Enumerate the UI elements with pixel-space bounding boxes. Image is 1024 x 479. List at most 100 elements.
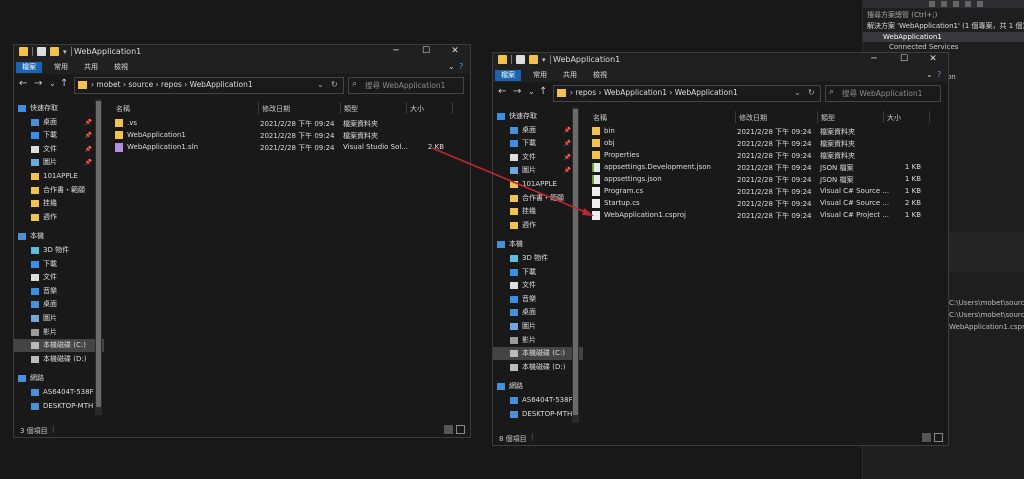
minimize-button[interactable]: ─ (859, 54, 889, 64)
sidebar-item[interactable]: 桌面 (493, 306, 583, 319)
search-input[interactable]: 搜尋 WebApplication1 (365, 80, 445, 91)
expand-ribbon-icon[interactable]: ⌄ (926, 70, 933, 79)
navigation-scrollbar[interactable] (95, 99, 102, 415)
vs-tool-icon[interactable] (953, 1, 959, 7)
tab-home[interactable]: 常用 (48, 62, 74, 73)
sidebar-item[interactable]: 音樂 (14, 285, 104, 298)
sidebar-item[interactable]: 桌面 (14, 298, 104, 311)
sidebar-item[interactable]: DESKTOP-MTH (493, 408, 583, 421)
refresh-icon[interactable]: ↻ (808, 88, 815, 97)
sidebar-item[interactable]: 挂幾 (14, 197, 104, 210)
column-date[interactable]: 修改日期 (262, 104, 290, 114)
sidebar-item[interactable]: 快速存取 (493, 110, 583, 123)
back-arrow-icon[interactable]: ← (498, 86, 506, 97)
column-name[interactable]: 名稱 (593, 113, 607, 123)
properties-icon[interactable] (37, 47, 46, 56)
file-row[interactable]: Properties 2021/2/28 下午 09:24 檔案資料夾 (588, 149, 933, 161)
file-row[interactable]: .vs 2021/2/28 下午 09:24 檔案資料夾 (111, 117, 456, 129)
refresh-icon[interactable]: ↻ (331, 80, 338, 89)
pin-icon[interactable]: 📌 (85, 116, 92, 129)
pin-icon[interactable]: 📌 (85, 143, 92, 156)
file-row[interactable]: Program.cs 2021/2/28 下午 09:24 Visual C# So… (588, 185, 933, 197)
sidebar-item[interactable]: 圖片 📌 (14, 156, 104, 169)
customize-toolbar-icon[interactable]: ▾ (542, 56, 546, 64)
sidebar-item[interactable]: 101APPLE (14, 170, 104, 183)
sidebar-item[interactable]: 文件 (493, 279, 583, 292)
column-type[interactable]: 類型 (344, 104, 358, 114)
file-row[interactable]: Startup.cs 2021/2/28 下午 09:24 Visual C# So… (588, 197, 933, 209)
breadcrumb[interactable]: › mobet › source › repos › WebApplicatio… (91, 80, 253, 89)
sidebar-item[interactable]: 下載 (493, 266, 583, 279)
up-arrow-icon[interactable]: ↑ (60, 78, 68, 89)
sidebar-item[interactable]: 圖片 (14, 312, 104, 325)
column-date[interactable]: 修改日期 (739, 113, 767, 123)
sidebar-item[interactable]: 本機磁碟 (D:) (493, 361, 583, 374)
vs-tool-icon[interactable] (941, 1, 947, 7)
vs-solution-node[interactable]: 解決方案 'WebApplication1' (1 個專案，共 1 個) (867, 21, 1024, 31)
file-row[interactable]: appsettings.Development.json 2021/2/28 下午… (588, 161, 933, 173)
sidebar-item[interactable]: 下載 📌 (493, 137, 583, 150)
large-icons-view-icon[interactable] (456, 425, 465, 434)
vs-connected-services[interactable]: Connected Services (889, 43, 958, 51)
sidebar-item[interactable]: 下載 📌 (14, 129, 104, 142)
sidebar-item[interactable]: 網路 (14, 372, 104, 385)
sidebar-item[interactable]: 3D 物件 (493, 252, 583, 265)
scrollbar-thumb[interactable] (96, 101, 101, 407)
sidebar-item[interactable]: 網路 (493, 380, 583, 393)
vs-tool-icon[interactable] (977, 1, 983, 7)
breadcrumb[interactable]: › repos › WebApplication1 › WebApplicati… (570, 88, 738, 97)
search-box[interactable]: ⌕ 搜尋 WebApplication1 (825, 85, 941, 102)
forward-arrow-icon[interactable]: → (513, 86, 521, 97)
tab-share[interactable]: 共用 (557, 70, 583, 81)
sidebar-item[interactable]: 本機磁碟 (C:) (14, 339, 104, 353)
sidebar-item[interactable]: 影片 (14, 326, 104, 339)
large-icons-view-icon[interactable] (934, 433, 943, 442)
help-icon[interactable]: ? (459, 62, 463, 71)
address-dropdown-icon[interactable]: ⌄ (794, 88, 801, 97)
tab-home[interactable]: 常用 (527, 70, 553, 81)
details-view-icon[interactable] (922, 433, 931, 442)
pin-icon[interactable]: 📌 (564, 137, 571, 150)
forward-arrow-icon[interactable]: → (34, 78, 42, 89)
file-row[interactable]: obj 2021/2/28 下午 09:24 檔案資料夾 (588, 137, 933, 149)
navigation-scrollbar[interactable] (572, 107, 579, 423)
minimize-button[interactable]: ─ (381, 46, 411, 56)
sidebar-item[interactable]: 本機 (493, 238, 583, 251)
sidebar-item[interactable]: 週作 (14, 211, 104, 224)
properties-icon[interactable] (516, 55, 525, 64)
pin-icon[interactable]: 📌 (85, 156, 92, 169)
pin-icon[interactable]: 📌 (85, 129, 92, 142)
sidebar-item[interactable]: 本機磁碟 (C:) (493, 347, 583, 361)
close-button[interactable]: ✕ (918, 54, 948, 64)
up-arrow-icon[interactable]: ↑ (539, 86, 547, 97)
search-box[interactable]: ⌕ 搜尋 WebApplication1 (348, 77, 464, 94)
sidebar-item[interactable]: 下載 (14, 258, 104, 271)
sidebar-item[interactable]: 101APPLE (493, 178, 583, 191)
address-bar[interactable]: › repos › WebApplication1 › WebApplicati… (553, 85, 821, 102)
sidebar-item[interactable]: 挂幾 (493, 205, 583, 218)
tab-share[interactable]: 共用 (78, 62, 104, 73)
sidebar-item[interactable]: 桌面 📌 (14, 116, 104, 129)
details-view-icon[interactable] (444, 425, 453, 434)
vs-project-node[interactable]: WebApplication1 (863, 32, 1024, 42)
recent-locations-icon[interactable]: ⌄ (528, 87, 535, 96)
new-folder-icon[interactable] (50, 47, 59, 56)
customize-toolbar-icon[interactable]: ▾ (63, 48, 67, 56)
column-size[interactable]: 大小 (887, 113, 901, 123)
file-row[interactable]: WebApplication1.sln 2021/2/28 下午 09:24 Vis… (111, 141, 456, 153)
column-size[interactable]: 大小 (410, 104, 424, 114)
column-name[interactable]: 名稱 (116, 104, 130, 114)
sidebar-item[interactable]: 合作書・範願 (493, 192, 583, 205)
close-button[interactable]: ✕ (440, 46, 470, 56)
pin-icon[interactable]: 📌 (564, 124, 571, 137)
tab-file[interactable]: 檔案 (495, 70, 521, 81)
vs-search-input[interactable]: 搜尋方案總管 (Ctrl+;) (867, 10, 937, 20)
file-row[interactable]: bin 2021/2/28 下午 09:24 檔案資料夾 (588, 125, 933, 137)
sidebar-item[interactable]: 桌面 📌 (493, 124, 583, 137)
vs-tool-icon[interactable] (965, 1, 971, 7)
sidebar-item[interactable]: 圖片 (493, 320, 583, 333)
sidebar-item[interactable]: 3D 物件 (14, 244, 104, 257)
address-bar[interactable]: › mobet › source › repos › WebApplicatio… (74, 77, 344, 94)
maximize-button[interactable]: ☐ (889, 54, 919, 64)
sidebar-item[interactable]: 音樂 (493, 293, 583, 306)
